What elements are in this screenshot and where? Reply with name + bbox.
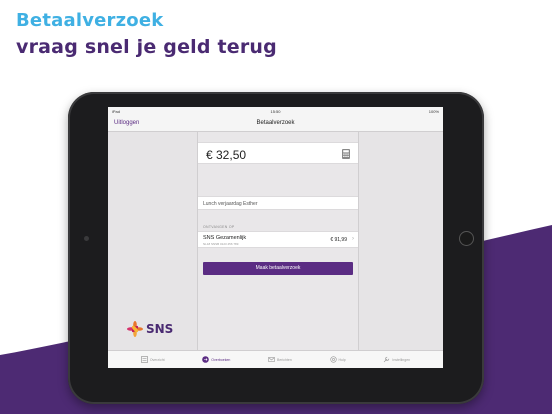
tab-bar: Overzicht Overboeken Berichten Hulp Inst… <box>108 350 443 368</box>
camera-icon <box>84 236 89 241</box>
make-request-button[interactable]: Maak betaalverzoek <box>203 262 353 275</box>
amount-value: € 32,50 <box>206 148 247 162</box>
status-bar: iPad 15:50 100% <box>108 107 443 115</box>
description-value: Lunch verjaardag Esther <box>203 201 258 207</box>
tab-overview[interactable]: Overzicht <box>140 356 165 363</box>
home-button[interactable] <box>459 231 474 246</box>
description-field[interactable]: Lunch verjaardag Esther <box>198 196 358 210</box>
right-pane <box>358 132 443 350</box>
wrench-icon <box>384 356 390 363</box>
request-form: € 32,50 Lunch verjaardag Esther ONTVANGE… <box>198 132 358 350</box>
tab-settings[interactable]: Instellingen <box>383 356 410 363</box>
tab-help[interactable]: Hulp <box>329 356 346 363</box>
tab-transfer[interactable]: Overboeken <box>202 356 230 363</box>
tab-messages[interactable]: Berichten <box>268 356 292 363</box>
chevron-right-icon: › <box>352 236 354 242</box>
overview-icon <box>140 356 148 363</box>
tab-label: Overboeken <box>211 357 231 362</box>
transfer-icon <box>202 356 210 363</box>
account-selector[interactable]: SNS Gezamenlijk NL18 SNSB 0123 456 789 €… <box>198 231 358 248</box>
battery-indicator: 100% <box>428 109 439 114</box>
tab-label: Overzicht <box>149 357 165 362</box>
app-screen: iPad 15:50 100% Uitloggen Betaalverzoek … <box>108 107 443 368</box>
left-pane: SNS <box>108 132 198 350</box>
section-header-receive: ONTVANGEN OP <box>203 225 235 229</box>
sns-logo-icon <box>127 321 143 337</box>
nav-bar: Uitloggen Betaalverzoek <box>108 115 443 132</box>
tab-label: Hulp <box>338 357 346 362</box>
account-balance: € 91,99 <box>330 237 347 243</box>
headline-title: Betaalverzoek <box>16 10 164 31</box>
page-title: Betaalverzoek <box>256 120 295 126</box>
calculator-icon[interactable] <box>342 149 350 159</box>
sns-logo: SNS <box>127 321 173 337</box>
amount-field[interactable]: € 32,50 <box>198 142 358 164</box>
clock: 15:50 <box>270 109 281 114</box>
sns-logo-text: SNS <box>146 322 174 336</box>
headline-subtitle: vraag snel je geld terug <box>16 36 277 58</box>
tab-label: Berichten <box>277 357 292 362</box>
account-iban: NL18 SNSB 0123 456 789 <box>203 242 239 246</box>
help-icon <box>329 356 337 363</box>
account-name: SNS Gezamenlijk <box>203 235 247 241</box>
mail-icon <box>268 357 275 362</box>
tab-label: Instellingen <box>392 357 411 362</box>
